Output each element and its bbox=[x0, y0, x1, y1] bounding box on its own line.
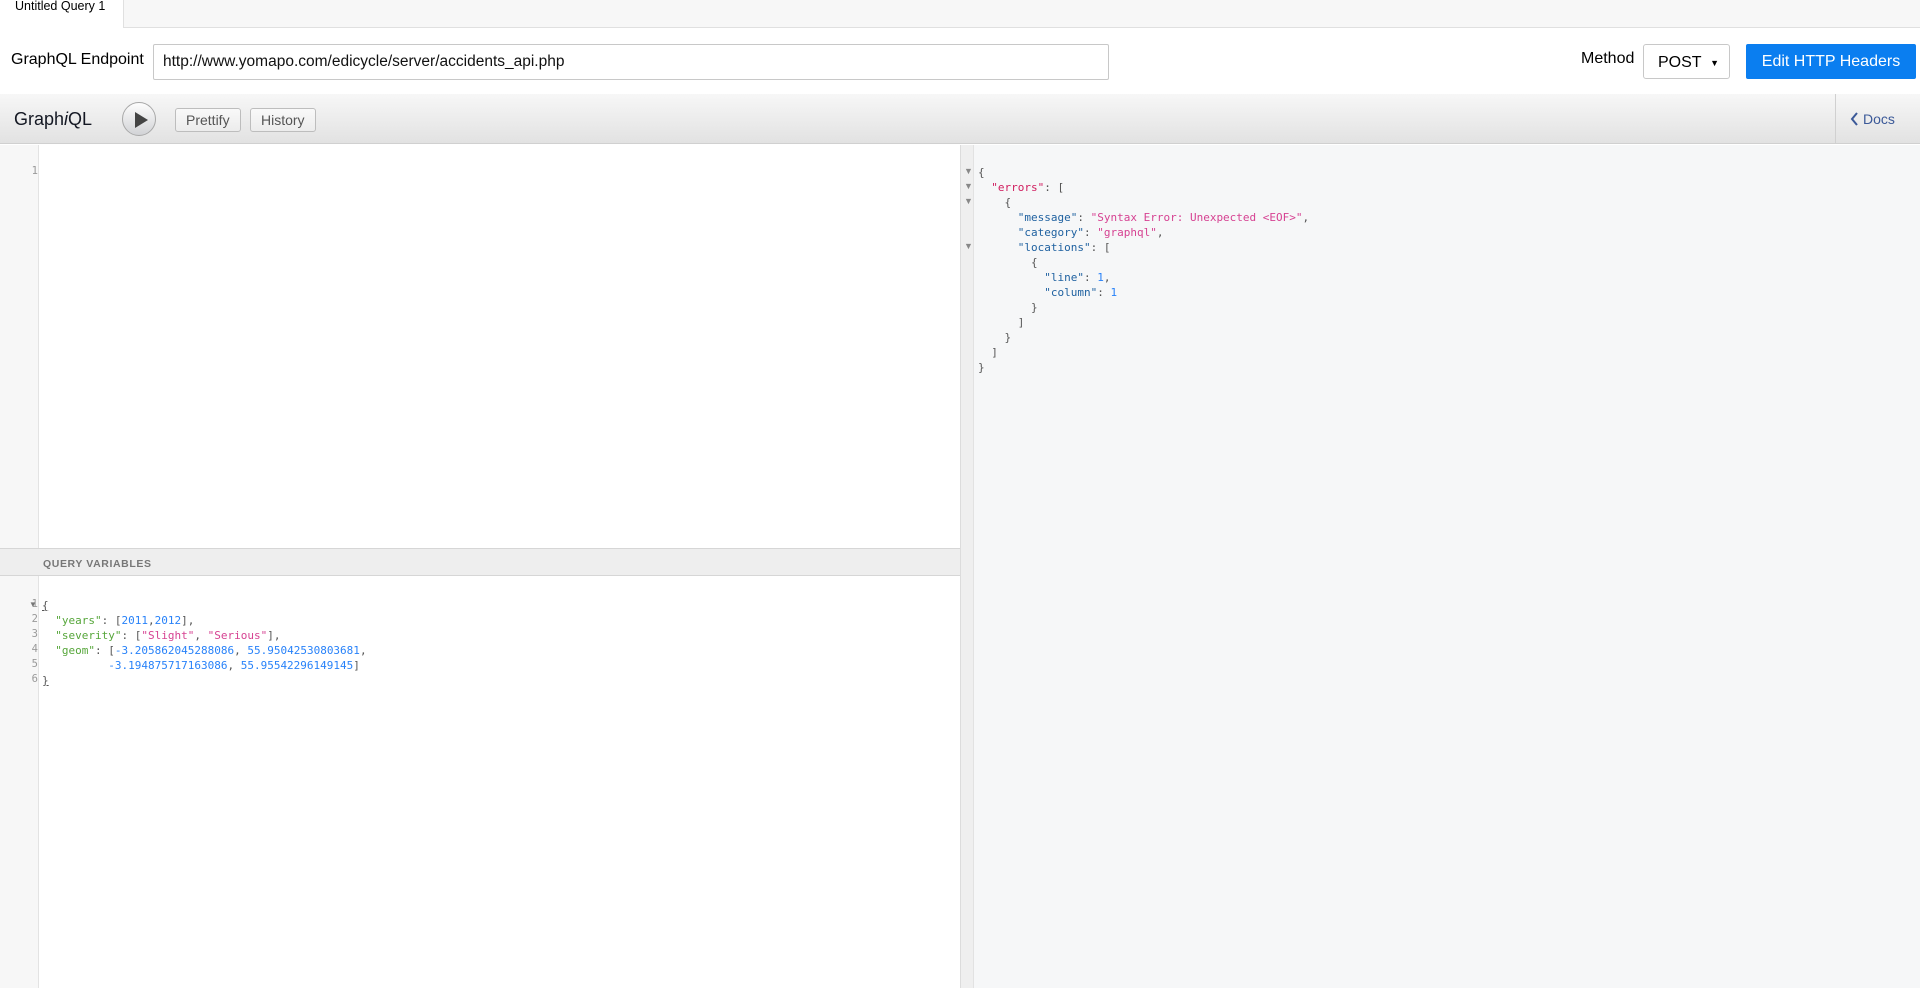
endpoint-url-input[interactable] bbox=[153, 44, 1109, 80]
history-button[interactable]: History bbox=[250, 108, 316, 132]
method-label: Method bbox=[1581, 50, 1635, 67]
play-icon bbox=[135, 112, 148, 128]
fold-arrow-icon[interactable]: ▼ bbox=[964, 166, 973, 176]
edit-http-headers-button[interactable]: Edit HTTP Headers bbox=[1746, 44, 1916, 79]
execute-query-button[interactable] bbox=[122, 102, 156, 136]
variables-gutter: 1 2 3 4 5 6 ▼ bbox=[0, 576, 39, 988]
line-number: 5 bbox=[31, 658, 38, 670]
method-select[interactable]: POST ▼ bbox=[1643, 44, 1730, 79]
tab-untitled-query[interactable]: Untitled Query 1 bbox=[0, 0, 124, 28]
tab-bar: Untitled Query 1 bbox=[0, 0, 1920, 28]
line-number: 2 bbox=[31, 613, 38, 625]
variables-editor[interactable]: 1 2 3 4 5 6 ▼ { "years": [2011,2012], "s… bbox=[0, 576, 960, 988]
fold-arrow-icon[interactable]: ▼ bbox=[29, 600, 37, 609]
variables-code: { "years": [2011,2012], "severity": ["Sl… bbox=[42, 599, 367, 687]
query-variables-header[interactable]: QUERY VARIABLES bbox=[0, 548, 960, 576]
chevron-left-icon bbox=[1850, 95, 1859, 145]
fold-arrow-icon[interactable]: ▼ bbox=[964, 181, 973, 191]
query-gutter: 1 bbox=[0, 145, 39, 548]
tab-title: Untitled Query 1 bbox=[15, 0, 106, 13]
fold-arrow-icon[interactable]: ▼ bbox=[964, 241, 973, 251]
endpoint-bar: GraphQL Endpoint Method POST ▼ Edit HTTP… bbox=[0, 28, 1920, 94]
result-viewer: { "errors": [ { "message": "Syntax Error… bbox=[974, 145, 1920, 988]
prettify-button[interactable]: Prettify bbox=[175, 108, 241, 132]
result-json: { "errors": [ { "message": "Syntax Error… bbox=[978, 166, 1310, 374]
line-number: 6 bbox=[31, 673, 38, 685]
line-number: 4 bbox=[31, 643, 38, 655]
method-value: POST bbox=[1658, 54, 1702, 71]
caret-down-icon: ▼ bbox=[1710, 58, 1719, 68]
graphiql-toolbar: GraphiQL Prettify History Docs bbox=[0, 94, 1920, 144]
fold-arrow-icon[interactable]: ▼ bbox=[964, 196, 973, 206]
docs-button[interactable]: Docs bbox=[1835, 94, 1920, 144]
endpoint-label: GraphQL Endpoint bbox=[11, 51, 144, 68]
query-editor[interactable]: 1 bbox=[0, 145, 960, 548]
docs-label: Docs bbox=[1863, 111, 1895, 127]
graphiql-logo: GraphiQL bbox=[14, 109, 93, 129]
line-number: 3 bbox=[31, 628, 38, 640]
result-fold-gutter: ▼ ▼ ▼ ▼ bbox=[960, 145, 974, 988]
query-variables-title: QUERY VARIABLES bbox=[43, 558, 152, 570]
line-number: 1 bbox=[31, 165, 38, 177]
